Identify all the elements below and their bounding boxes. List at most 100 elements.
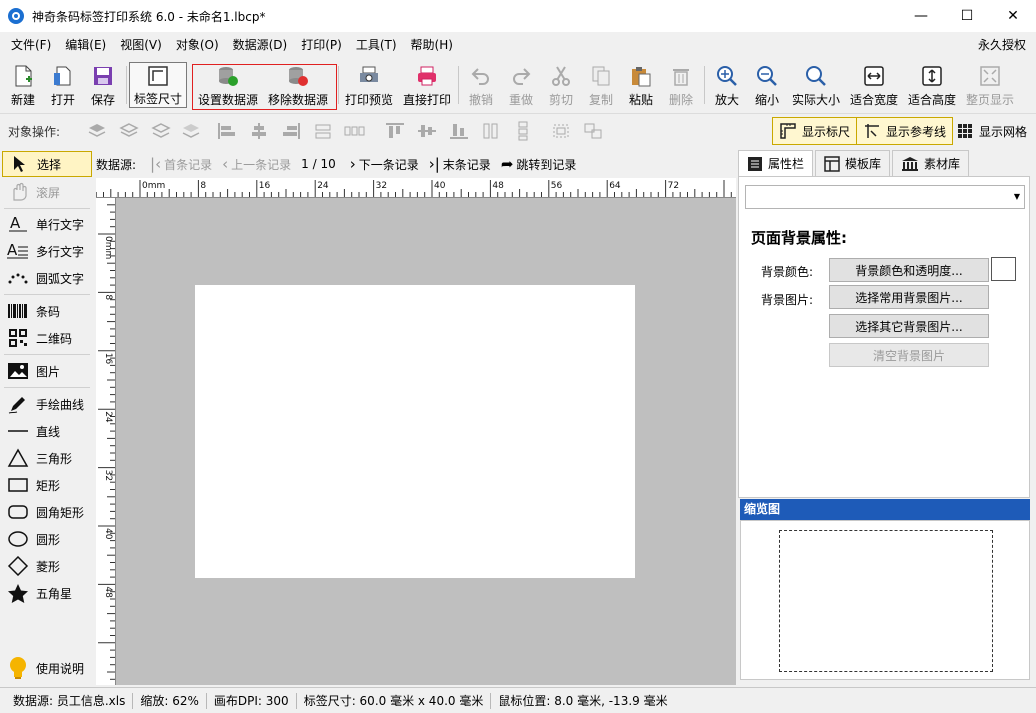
direct-print-button[interactable]: 直接打印 — [400, 62, 454, 108]
menu-print[interactable]: 打印(P) — [294, 34, 349, 56]
vertical-ruler[interactable]: -80mm81624324048 — [96, 198, 116, 685]
menu-object[interactable]: 对象(O) — [169, 34, 226, 56]
align-middle-icon[interactable] — [416, 120, 438, 142]
print-preview-button[interactable]: 打印预览 — [342, 62, 396, 108]
properties-panel: ▼ 页面背景属性: 背景颜色: 背景颜色和透明度... 背景图片: 选择常用背景… — [738, 176, 1030, 498]
show-ruler-toggle[interactable]: 显示标尺 — [772, 117, 858, 145]
redo-button[interactable]: 重做 — [504, 62, 538, 108]
menu-help[interactable]: 帮助(H) — [404, 34, 460, 56]
jump-record-button[interactable]: ➦ 跳转到记录 — [501, 155, 577, 173]
tool-star[interactable]: 五角星 — [2, 580, 92, 606]
copy-button[interactable]: 复制 — [584, 62, 618, 108]
bring-front-icon[interactable] — [86, 120, 108, 142]
status-bar: 数据源: 员工信息.xls 缩放: 62% 画布DPI: 300 标签尺寸: 6… — [0, 687, 1036, 713]
tool-barcode[interactable]: 条码 — [2, 298, 92, 324]
last-record-button[interactable]: ›| 末条记录 — [429, 155, 491, 173]
tool-qrcode[interactable]: 二维码 — [2, 325, 92, 351]
show-grid-toggle[interactable]: 显示网格 — [950, 117, 1033, 145]
cut-button[interactable]: 剪切 — [544, 62, 578, 108]
show-guides-toggle[interactable]: 显示参考线 — [856, 117, 954, 145]
clear-bg-image-button[interactable]: 清空背景图片 — [829, 343, 989, 367]
full-page-button[interactable]: 整页显示 — [962, 62, 1018, 108]
license-status[interactable]: 永久授权 — [978, 36, 1026, 53]
layer-up-icon[interactable] — [150, 120, 172, 142]
tab-properties[interactable]: 属性栏 — [738, 150, 814, 176]
align-bottom-icon[interactable] — [448, 120, 470, 142]
tool-multi-text[interactable]: A 多行文字 — [2, 238, 92, 264]
tool-triangle[interactable]: 三角形 — [2, 445, 92, 471]
distribute-vertical-icon[interactable] — [512, 120, 534, 142]
horizontal-ruler[interactable]: -80mm81624324048566472 — [96, 178, 736, 198]
menu-view[interactable]: 视图(V) — [113, 34, 169, 56]
prev-record-button[interactable]: ‹ 上一条记录 — [222, 155, 291, 173]
align-center-icon[interactable] — [248, 120, 270, 142]
open-button[interactable]: 打开 — [46, 62, 80, 108]
maximize-button[interactable]: ☐ — [944, 0, 990, 32]
thumbnail-preview[interactable] — [740, 520, 1030, 680]
new-button[interactable]: 新建 — [6, 62, 40, 108]
align-right-icon[interactable] — [280, 120, 302, 142]
horizontal-ruler-ticks: -80mm81624324048566472 — [96, 180, 732, 197]
bg-color-button[interactable]: 背景颜色和透明度... — [829, 258, 989, 282]
library-icon — [901, 156, 919, 172]
tool-help[interactable]: 使用说明 — [2, 655, 92, 681]
bg-color-swatch[interactable] — [991, 257, 1016, 281]
ruler-h-tick-label: 64 — [609, 181, 621, 191]
tool-freehand[interactable]: 手绘曲线 — [2, 391, 92, 417]
menu-datasource[interactable]: 数据源(D) — [226, 34, 295, 56]
label-size-button[interactable]: 标签尺寸 — [129, 62, 187, 108]
delete-button[interactable]: 删除 — [664, 62, 698, 108]
menu-file[interactable]: 文件(F) — [4, 34, 58, 56]
same-width-icon[interactable] — [312, 120, 334, 142]
first-record-button[interactable]: |‹ 首条记录 — [150, 155, 212, 173]
tool-line-label: 直线 — [36, 424, 61, 439]
ruler-v-tick-label: 16 — [103, 353, 113, 365]
menu-tools[interactable]: 工具(T) — [349, 34, 404, 56]
fit-height-button[interactable]: 适合高度 — [905, 62, 959, 108]
minimize-button[interactable]: — — [898, 0, 944, 32]
tool-single-text[interactable]: A 单行文字 — [2, 211, 92, 237]
undo-button[interactable]: 撤销 — [464, 62, 498, 108]
menu-edit[interactable]: 编辑(E) — [58, 34, 113, 56]
next-record-button[interactable]: › 下一条记录 — [350, 155, 419, 173]
tool-circle[interactable]: 圆形 — [2, 526, 92, 552]
tab-materials[interactable]: 素材库 — [892, 150, 970, 176]
redo-icon — [509, 64, 533, 88]
object-select-dropdown[interactable]: ▼ — [745, 185, 1025, 209]
tool-rounded-rect[interactable]: 圆角矩形 — [2, 499, 92, 525]
tool-line[interactable]: 直线 — [2, 418, 92, 444]
tool-diamond[interactable]: 菱形 — [2, 553, 92, 579]
rectangle-icon — [6, 474, 30, 496]
layer-down-icon[interactable] — [180, 120, 202, 142]
design-canvas[interactable] — [116, 198, 736, 685]
tool-rectangle[interactable]: 矩形 — [2, 472, 92, 498]
zoom-in-button[interactable]: 放大 — [710, 62, 744, 108]
same-height-icon[interactable] — [480, 120, 502, 142]
direct-print-label: 直接打印 — [402, 93, 451, 107]
fit-width-button[interactable]: 适合宽度 — [847, 62, 901, 108]
scissors-icon — [549, 64, 573, 88]
distribute-horizontal-icon[interactable] — [344, 120, 366, 142]
datasource-highlight — [192, 64, 337, 110]
align-top-icon[interactable] — [384, 120, 406, 142]
tool-scroll[interactable]: 滚屏 — [2, 179, 92, 205]
zoom-out-button[interactable]: 缩小 — [750, 62, 784, 108]
tab-templates[interactable]: 模板库 — [815, 150, 891, 176]
ungroup-icon[interactable] — [582, 120, 604, 142]
label-page[interactable] — [195, 285, 635, 578]
preview-viewport-frame[interactable] — [779, 530, 993, 672]
group-icon[interactable] — [550, 120, 572, 142]
grid-icon — [956, 122, 974, 140]
save-button[interactable]: 保存 — [86, 62, 120, 108]
paste-button[interactable]: 粘贴 — [624, 62, 658, 108]
tool-arc-text[interactable]: 圆弧文字 — [2, 265, 92, 291]
close-button[interactable]: ✕ — [990, 0, 1036, 32]
bg-other-image-button[interactable]: 选择其它背景图片... — [829, 314, 989, 338]
send-back-icon[interactable] — [118, 120, 140, 142]
right-panel-tabs: 属性栏 模板库 素材库 — [738, 150, 1030, 176]
align-left-icon[interactable] — [216, 120, 238, 142]
tool-select[interactable]: 选择 — [2, 151, 92, 177]
tool-image[interactable]: 图片 — [2, 358, 92, 384]
actual-size-button[interactable]: 实际大小 — [788, 62, 844, 108]
bg-common-image-button[interactable]: 选择常用背景图片... — [829, 285, 989, 309]
